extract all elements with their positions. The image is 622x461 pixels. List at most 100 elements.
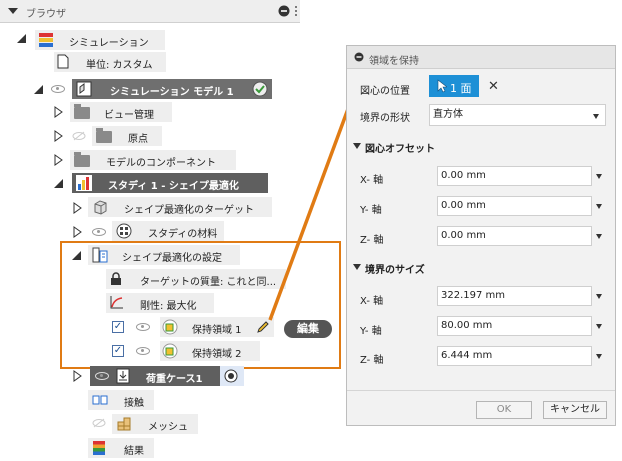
expand-simulation-icon[interactable]: [17, 34, 26, 43]
model-label: シミュレーション モデル 1: [110, 87, 234, 98]
tree-item-units[interactable]: 単位: カスタム: [54, 52, 166, 72]
chevron-down-icon[interactable]: [596, 204, 602, 209]
size-y-value: 80.00 mm: [441, 320, 493, 331]
tree-item-simulation[interactable]: シミュレーション: [35, 30, 165, 50]
tree-item-simulation-model[interactable]: シミュレーション モデル 1: [72, 79, 272, 99]
ok-button[interactable]: OK: [476, 401, 532, 419]
offset-y-value: 0.00 mm: [441, 200, 486, 211]
visibility-eye-icon[interactable]: [51, 85, 65, 93]
collapse-browser-icon[interactable]: [8, 8, 18, 14]
boundary-shape-select[interactable]: 直方体: [429, 104, 606, 126]
components-label: モデルのコンポーネント: [106, 158, 216, 169]
face-select-button[interactable]: 1 面: [429, 75, 479, 97]
offset-y-input[interactable]: 0.00 mm: [437, 196, 592, 216]
collapse-size-icon[interactable]: [353, 264, 361, 270]
tree-item-study[interactable]: スタディ 1 - シェイプ最適化: [72, 173, 268, 193]
offset-z-value: 0.00 mm: [441, 230, 486, 241]
tree-item-origin[interactable]: 原点: [92, 126, 162, 146]
tree-item-preserve-2[interactable]: 保持領域 2: [160, 341, 260, 361]
expand-origin-icon[interactable]: [54, 130, 63, 142]
expand-material-icon[interactable]: [73, 226, 82, 238]
size-y-input[interactable]: 80.00 mm: [437, 316, 592, 336]
clear-selection-icon[interactable]: ✕: [488, 79, 499, 94]
folder-icon: [74, 104, 90, 119]
visibility-eye-icon[interactable]: [92, 228, 106, 236]
cancel-button[interactable]: キャンセル: [543, 401, 607, 419]
chevron-down-icon: [593, 114, 599, 119]
expand-settings-icon[interactable]: [72, 251, 81, 260]
preserve2-checkbox[interactable]: ✓: [112, 345, 124, 357]
chevron-down-icon[interactable]: [596, 174, 602, 179]
hidden-eye-icon[interactable]: [92, 418, 106, 428]
collapse-dialog-icon[interactable]: [354, 52, 364, 62]
boundary-shape-value: 直方体: [433, 109, 463, 120]
active-radio-icon[interactable]: [224, 369, 238, 383]
preserve-region-icon: [162, 343, 178, 359]
preserve2-label: 保持領域 2: [192, 349, 242, 360]
simulation-icon: [39, 33, 53, 47]
load-case-label: 荷重ケース1: [146, 374, 203, 385]
material-icon: [116, 223, 132, 239]
tree-item-model-components[interactable]: モデルのコンポーネント: [70, 150, 236, 170]
offset-z-input[interactable]: 0.00 mm: [437, 226, 592, 246]
visibility-eye-icon[interactable]: [95, 372, 109, 380]
mesh-label: メッシュ: [148, 422, 188, 433]
pencil-edit-icon[interactable]: [256, 320, 270, 334]
contact-label: 接触: [124, 398, 144, 409]
tree-item-mesh[interactable]: メッシュ: [112, 414, 198, 434]
tree-item-contact[interactable]: 接触: [88, 390, 154, 410]
view-mgmt-label: ビュー管理: [104, 110, 154, 121]
material-label: スタディの材料: [148, 229, 218, 240]
shape-settings-label: シェイプ最適化の設定: [122, 253, 222, 264]
tree-item-target-mass[interactable]: ターゲットの質量: これと同...: [106, 269, 286, 289]
tree-item-study-material[interactable]: スタディの材料: [112, 221, 224, 241]
study-label: スタディ 1 - シェイプ最適化: [108, 181, 239, 192]
expand-view-mgmt-icon[interactable]: [54, 106, 63, 118]
tree-item-view-mgmt[interactable]: ビュー管理: [70, 102, 172, 122]
tree-item-preserve-1[interactable]: 保持領域 1: [160, 317, 274, 337]
visibility-eye-icon[interactable]: [136, 347, 150, 355]
expand-target-icon[interactable]: [73, 202, 82, 214]
chevron-down-icon[interactable]: [596, 294, 602, 299]
expand-components-icon[interactable]: [54, 154, 63, 166]
tree-item-stiffness[interactable]: 剛性: 最大化: [106, 293, 214, 313]
simulation-label: シミュレーション: [69, 38, 149, 49]
size-z-value: 6.444 mm: [441, 350, 493, 361]
size-z-input[interactable]: 6.444 mm: [437, 346, 592, 366]
chevron-down-icon[interactable]: [596, 234, 602, 239]
expand-load-case-icon[interactable]: [73, 370, 82, 382]
offset-x-input[interactable]: 0.00 mm: [437, 166, 592, 186]
minus-circle-icon[interactable]: [278, 5, 290, 17]
tree-item-results[interactable]: 結果: [88, 438, 154, 458]
settings-icon: [92, 247, 108, 263]
tree-item-load-case[interactable]: 荷重ケース1: [90, 366, 244, 386]
expand-model-icon[interactable]: [34, 85, 43, 94]
preserve-region-icon: [162, 319, 178, 335]
dialog-title-bar: 領域を保持: [347, 46, 615, 69]
lock-icon: [111, 272, 121, 285]
size-x-input[interactable]: 322.197 mm: [437, 286, 592, 306]
study-icon: [76, 175, 92, 191]
size-x-label: X- 軸: [360, 296, 384, 307]
browser-title: ブラウザ: [26, 9, 66, 20]
offset-x-label: X- 軸: [360, 175, 384, 186]
visibility-eye-icon[interactable]: [136, 323, 150, 331]
face-select-label: 1 面: [450, 82, 472, 95]
footer-divider: [347, 390, 615, 391]
results-icon: [93, 441, 105, 455]
tree-item-shape-target[interactable]: シェイプ最適化のターゲット: [88, 197, 272, 217]
chevron-down-icon[interactable]: [596, 354, 602, 359]
dialog-title: 領域を保持: [369, 56, 419, 67]
more-options-icon[interactable]: [293, 5, 299, 17]
stiffness-label: 剛性: 最大化: [140, 301, 197, 312]
centroid-offset-header: 図心オフセット: [365, 144, 435, 155]
model-icon: [76, 81, 92, 97]
expand-study-icon[interactable]: [54, 179, 63, 188]
collapse-offset-icon[interactable]: [353, 143, 361, 149]
preserve1-checkbox[interactable]: ✓: [112, 321, 124, 333]
chevron-down-icon[interactable]: [596, 324, 602, 329]
tree-item-shape-settings[interactable]: シェイプ最適化の設定: [88, 245, 240, 265]
hidden-eye-icon[interactable]: [72, 131, 86, 141]
contact-icon: [92, 395, 108, 405]
offset-y-label: Y- 軸: [360, 205, 382, 216]
